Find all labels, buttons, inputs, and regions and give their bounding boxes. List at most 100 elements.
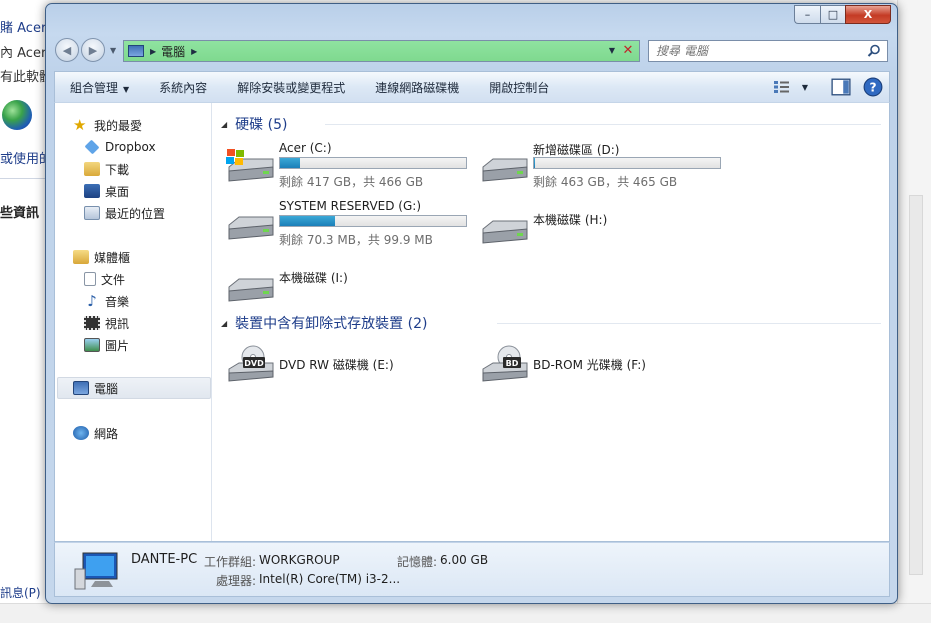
drive-c[interactable]: Acer (C:) 剩餘 417 GB，共 466 GB [225, 141, 475, 193]
open-control-panel-button[interactable]: 開啟控制台 [474, 79, 564, 96]
explorer-window: – □ X ◀ ▶ ▼ ▶ 電腦 ▶ ▼ ✕ 組合管理 ▼ 系統內容 解除安裝或變… [45, 3, 898, 604]
organize-label: 組合管理 [70, 80, 119, 95]
stop-icon[interactable]: ✕ [620, 43, 636, 59]
libraries-folder-icon [73, 250, 89, 264]
close-button[interactable]: X [845, 5, 891, 24]
music-note-icon: ♪ [87, 292, 97, 310]
bd-drive-icon: BD [482, 345, 528, 382]
group-divider [497, 323, 881, 324]
background-text: 賭 Acer [0, 21, 47, 36]
address-history-dropdown[interactable]: ▼ [609, 46, 615, 55]
sidebar-item-libraries[interactable]: 媒體櫃 [73, 247, 130, 267]
sidebar-item-music[interactable]: ♪ 音樂 [84, 291, 129, 311]
search-input[interactable] [656, 44, 856, 58]
sidebar-item-pictures[interactable]: 圖片 [84, 335, 129, 355]
drive-label: 本機磁碟 (I:) [279, 271, 348, 285]
background-scrollbar[interactable] [897, 0, 931, 603]
sidebar-item-label: Dropbox [105, 140, 156, 154]
group-header-removable[interactable]: ◢ 裝置中含有卸除式存放裝置 (2) [221, 313, 427, 333]
drive-usage-fill [534, 158, 535, 168]
hard-drive-icon [228, 278, 274, 302]
breadcrumb-computer[interactable]: 電腦 [161, 43, 185, 60]
sidebar-item-desktop[interactable]: 桌面 [84, 181, 129, 201]
drive-usage-fill [280, 216, 336, 226]
forward-button[interactable]: ▶ [81, 38, 105, 62]
hard-drive-icon [482, 220, 528, 244]
drive-free-space: 剩餘 463 GB，共 465 GB [533, 175, 678, 189]
recent-pages-dropdown[interactable]: ▼ [110, 46, 116, 55]
sidebar-item-dropbox[interactable]: Dropbox [84, 137, 156, 157]
computer-icon [128, 45, 144, 57]
drive-free-space: 剩餘 417 GB，共 466 GB [279, 175, 424, 189]
breadcrumb-separator-icon[interactable]: ▶ [150, 47, 156, 56]
drive-usage-bar [279, 157, 467, 169]
processor-label: 處理器: [216, 574, 257, 588]
uninstall-program-button[interactable]: 解除安裝或變更程式 [222, 79, 360, 96]
window-controls: – □ X [794, 5, 891, 24]
drive-label: 本機磁碟 (H:) [533, 213, 608, 227]
map-network-drive-button[interactable]: 連線網路磁碟機 [360, 79, 474, 96]
picture-icon [84, 338, 100, 352]
content-area: ★ 我的最愛 Dropbox 下載 桌面 最近的位置 媒體櫃 文件 ♪ 音樂 視… [54, 102, 890, 542]
back-button[interactable]: ◀ [55, 38, 79, 62]
sidebar-item-label: 網路 [94, 426, 119, 441]
star-icon: ★ [73, 116, 87, 134]
sidebar-item-favorites[interactable]: ★ 我的最愛 [73, 115, 142, 135]
sidebar-item-videos[interactable]: 視訊 [84, 313, 129, 333]
sidebar-item-label: 圖片 [105, 338, 130, 353]
collapse-triangle-icon[interactable]: ◢ [221, 319, 227, 328]
workgroup-label: 工作群組: [204, 555, 257, 569]
chevron-down-icon: ▼ [123, 84, 130, 94]
background-heading: 些資訊 [0, 206, 40, 221]
sidebar-item-label: 桌面 [105, 184, 130, 199]
sidebar-item-network[interactable]: 網路 [73, 423, 118, 443]
drive-usage-bar [279, 215, 467, 227]
sidebar-item-computer[interactable]: 電腦 [73, 378, 118, 398]
dvd-drive-icon: DVD [228, 345, 274, 382]
computer-monitor-icon [74, 552, 118, 590]
hard-drive-icon [482, 158, 528, 182]
maximize-button[interactable]: □ [820, 5, 845, 24]
drive-usage-fill [280, 158, 300, 168]
sidebar-item-recent-places[interactable]: 最近的位置 [84, 203, 165, 223]
breadcrumb-separator-icon[interactable]: ▶ [191, 47, 197, 56]
memory-value: 6.00 GB [440, 553, 489, 567]
drive-label: SYSTEM RESERVED (G:) [279, 199, 421, 213]
arrow-left-icon: ◀ [62, 43, 72, 57]
change-view-icon[interactable] [773, 80, 791, 94]
svg-text:?: ? [869, 80, 876, 94]
group-divider [325, 124, 881, 125]
drive-h[interactable]: 本機磁碟 (H:) [479, 211, 729, 263]
sidebar-item-label: 視訊 [105, 316, 130, 331]
network-icon [73, 426, 89, 440]
dropbox-icon [84, 139, 100, 155]
sidebar-item-label: 媒體櫃 [94, 250, 131, 265]
sidebar-item-downloads[interactable]: 下載 [84, 159, 129, 179]
drive-d[interactable]: 新增磁碟區 (D:) 剩餘 463 GB，共 465 GB [479, 141, 729, 193]
background-status-bar [0, 603, 931, 623]
scrollbar-thumb[interactable] [909, 195, 923, 575]
collapse-triangle-icon[interactable]: ◢ [221, 120, 227, 129]
sidebar-item-documents[interactable]: 文件 [84, 269, 125, 289]
address-bar[interactable]: ▶ 電腦 ▶ ▼ ✕ [123, 40, 640, 62]
memory-label: 記憶體: [397, 555, 438, 569]
background-link[interactable]: 訊息(P) [0, 584, 41, 601]
group-title: 硬碟 (5) [235, 117, 288, 133]
drive-g[interactable]: SYSTEM RESERVED (G:) 剩餘 70.3 MB，共 99.9 M… [225, 199, 475, 251]
drive-e[interactable]: DVD DVD RW 磁碟機 (E:) [225, 345, 475, 401]
preview-pane-icon[interactable] [831, 77, 851, 97]
drive-f[interactable]: BD BD-ROM 光碟機 (F:) [479, 345, 729, 401]
search-box[interactable] [648, 40, 888, 62]
view-options-dropdown[interactable]: ▼ [795, 77, 815, 97]
help-icon[interactable]: ? [863, 77, 883, 97]
system-properties-button[interactable]: 系統內容 [144, 79, 222, 96]
desktop-icon [84, 184, 100, 198]
downloads-folder-icon [84, 162, 100, 176]
sidebar-item-label: 電腦 [94, 381, 119, 396]
organize-menu[interactable]: 組合管理 ▼ [55, 79, 144, 96]
sidebar-item-label: 音樂 [105, 294, 130, 309]
search-icon[interactable] [867, 44, 881, 58]
minimize-button[interactable]: – [794, 5, 820, 24]
group-header-hard-disks[interactable]: ◢ 硬碟 (5) [221, 114, 287, 134]
drive-label: Acer (C:) [279, 141, 332, 155]
